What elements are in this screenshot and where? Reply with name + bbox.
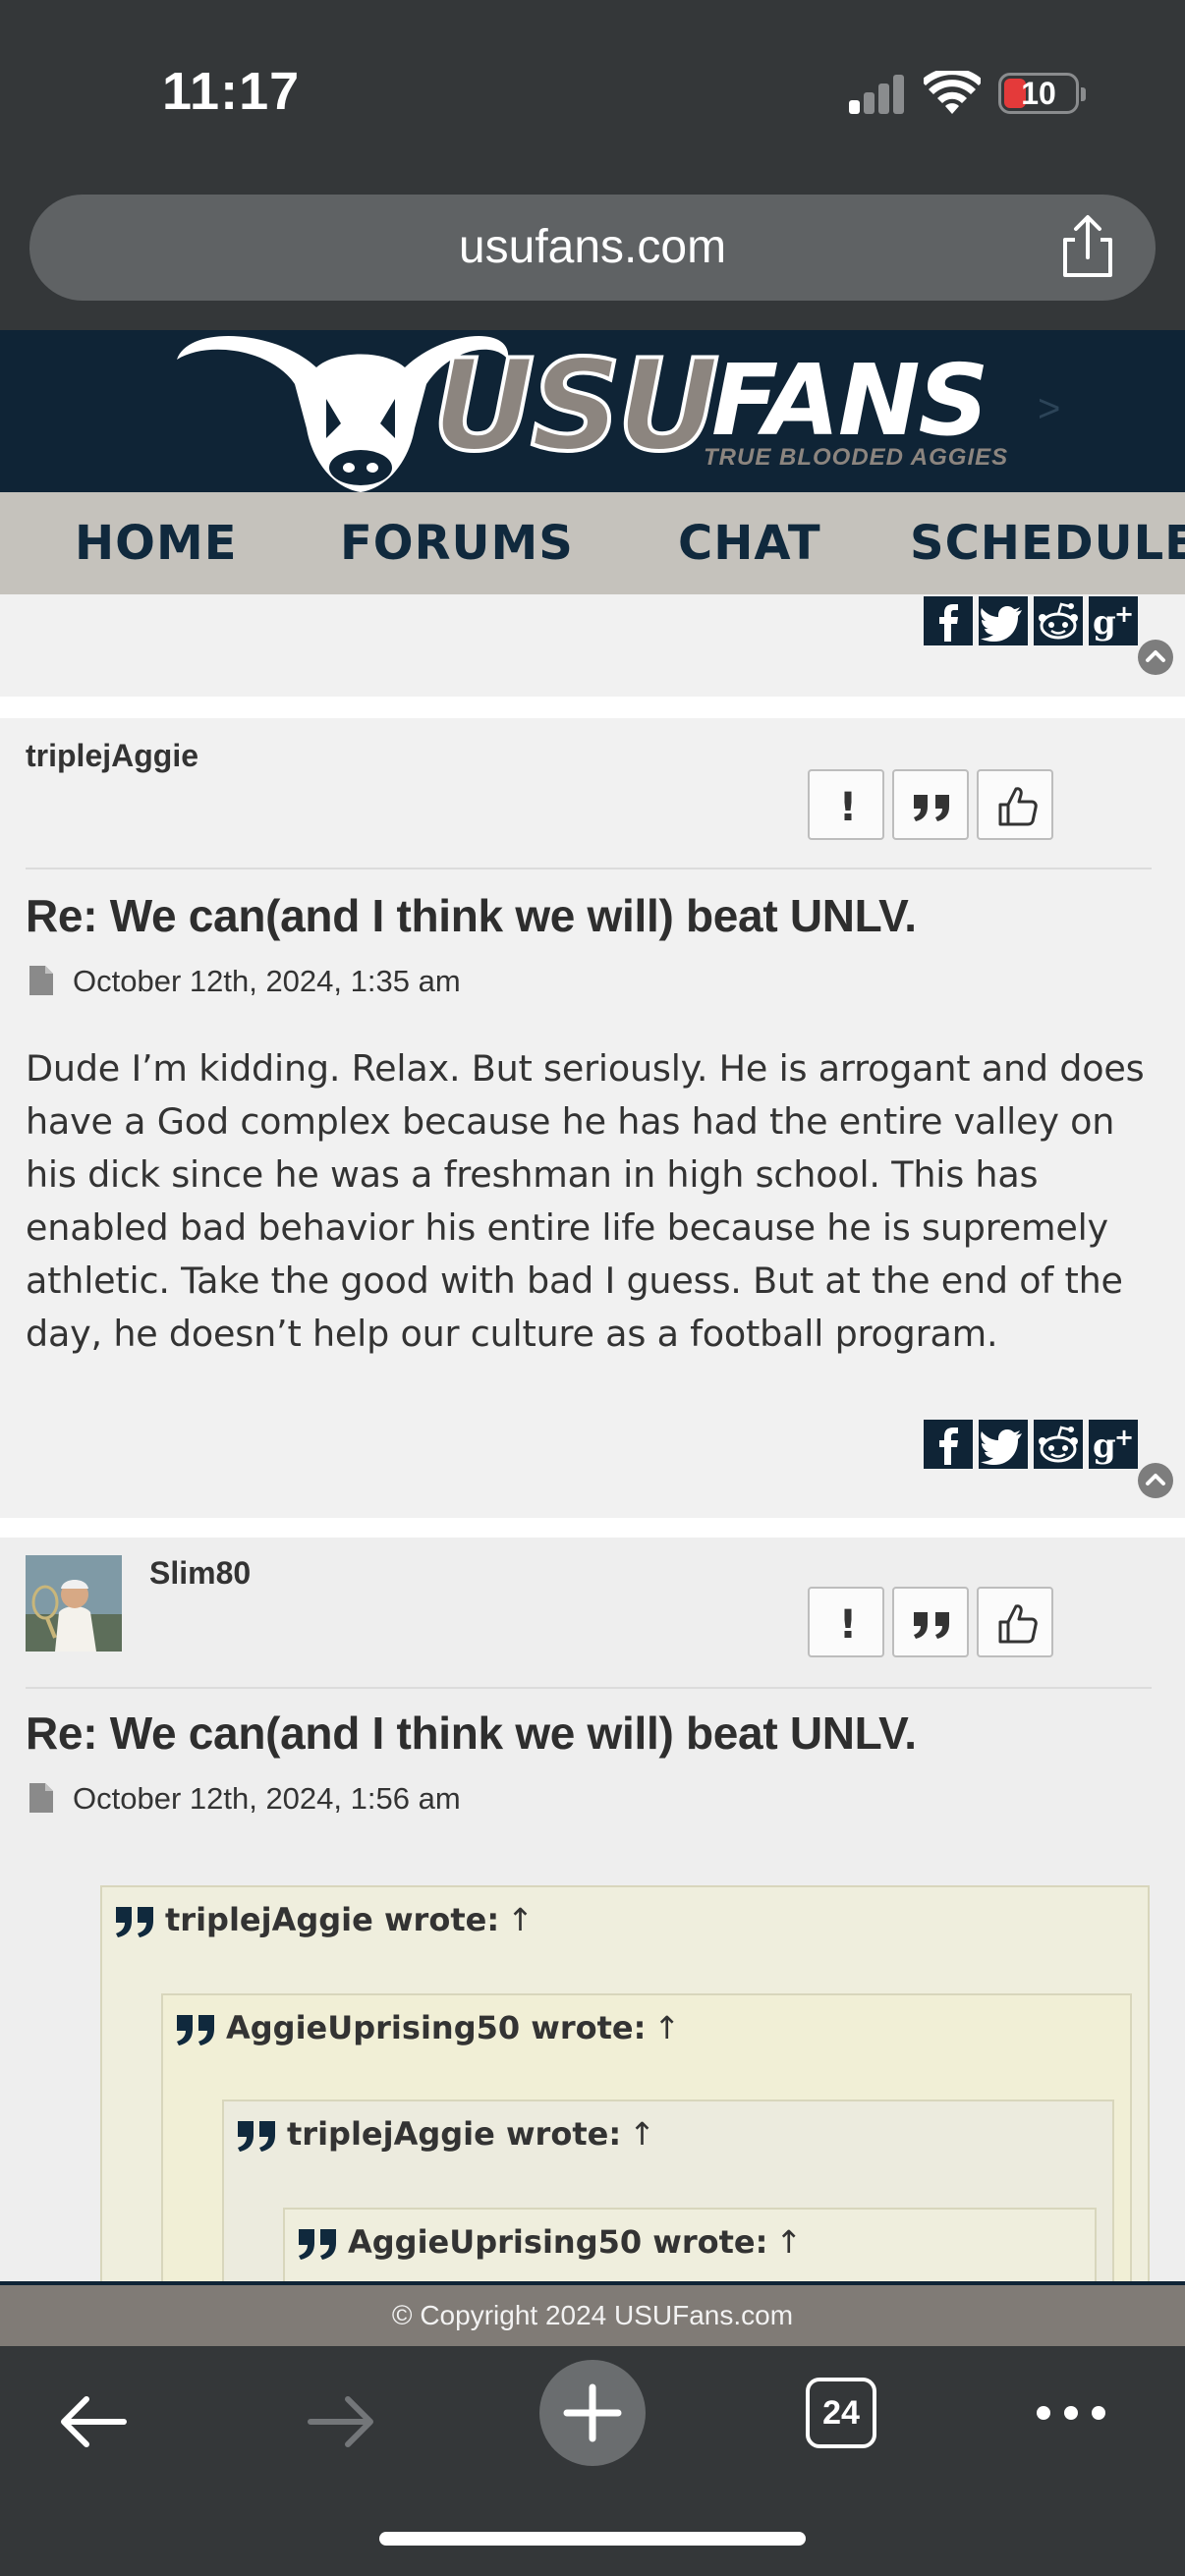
back-arrow-icon[interactable] [57, 2385, 130, 2458]
quote-header: AggieUprising50 wrote: ↑ [297, 2223, 802, 2261]
reddit-share-icon[interactable] [1034, 1420, 1083, 1469]
quote-icon [177, 2015, 214, 2045]
quote-block: triplejAggie wrote: ↑ AggieUprising50 wro… [222, 2100, 1114, 2284]
address-text[interactable]: usufans.com [29, 195, 1156, 301]
footer-copyright: © Copyright 2024 USUFans.com [0, 2285, 1185, 2346]
report-button[interactable]: ! [808, 769, 884, 840]
post-author[interactable]: Slim80 [149, 1555, 251, 1592]
share-buttons: g + [918, 596, 1138, 645]
facebook-share-icon[interactable] [924, 596, 973, 645]
quote-jump-link[interactable]: ↑ [629, 2115, 655, 2153]
post-divider [26, 1687, 1152, 1689]
post-file-icon [29, 1783, 53, 1813]
post-date: October 12th, 2024, 1:35 am [73, 964, 461, 998]
previous-post-tail: g + [0, 594, 1185, 697]
site-header[interactable]: USU FANS TRUE BLOODED AGGIES > [0, 330, 1185, 492]
quote-jump-link[interactable]: ↑ [507, 1901, 534, 1938]
quote-header: triplejAggie wrote: ↑ [114, 1901, 534, 1938]
quote-author[interactable]: AggieUprising50 wrote: [226, 2009, 646, 2046]
quote-block: AggieUprising50 wrote: ↑ [283, 2208, 1097, 2284]
post-title[interactable]: Re: We can(and I think we will) beat UNL… [26, 889, 917, 942]
battery-level: 10 [1021, 76, 1056, 111]
logo-tagline: TRUE BLOODED AGGIES [704, 444, 1009, 471]
like-button[interactable] [977, 1587, 1053, 1657]
reddit-share-icon[interactable] [1034, 596, 1083, 645]
svg-text:!: ! [839, 1602, 857, 1648]
post-actions: ! [808, 769, 1055, 840]
logo-usu-text: USU [430, 333, 721, 479]
header-arrow: > [1038, 387, 1061, 430]
twitter-share-icon[interactable] [979, 1420, 1028, 1469]
home-indicator[interactable] [379, 2532, 806, 2546]
main-nav: HOME FORUMS CHAT SCHEDULE [0, 492, 1185, 594]
forward-arrow-icon[interactable] [305, 2385, 377, 2458]
wifi-icon [924, 71, 981, 114]
tabs-count-button[interactable]: 24 [806, 2378, 876, 2448]
share-icon[interactable] [1057, 214, 1118, 279]
post-date: October 12th, 2024, 1:56 am [73, 1781, 461, 1816]
new-tab-button[interactable] [539, 2360, 646, 2466]
quote-icon [238, 2121, 275, 2152]
facebook-share-icon[interactable] [924, 1420, 973, 1469]
post-actions: ! [808, 1587, 1055, 1657]
share-buttons: g + [918, 1420, 1138, 1469]
topic-content: g + triplejAggie ! Re: We can(and I think… [0, 594, 1185, 2284]
back-to-top-icon[interactable] [1138, 1463, 1173, 1498]
google-plus-share-icon[interactable]: g + [1089, 1420, 1138, 1469]
svg-text:g: g [1093, 1427, 1116, 1466]
report-button[interactable]: ! [808, 1587, 884, 1657]
quote-jump-link[interactable]: ↑ [653, 2009, 680, 2046]
svg-text:g: g [1093, 603, 1116, 643]
battery-icon: 10 [998, 73, 1086, 114]
quote-button[interactable] [892, 769, 969, 840]
more-options-icon[interactable] [1032, 2401, 1110, 2425]
post-title[interactable]: Re: We can(and I think we will) beat UNL… [26, 1707, 917, 1760]
google-plus-share-icon[interactable]: g + [1089, 596, 1138, 645]
back-to-top-icon[interactable] [1138, 640, 1173, 675]
quote-header: AggieUprising50 wrote: ↑ [175, 2009, 680, 2046]
quote-icon [299, 2229, 336, 2260]
quote-author[interactable]: triplejAggie wrote: [287, 2115, 621, 2153]
quote-header: triplejAggie wrote: ↑ [236, 2115, 655, 2153]
quote-icon [116, 1907, 153, 1937]
address-bar[interactable]: usufans.com [29, 195, 1156, 301]
svg-text:+: + [1114, 600, 1134, 628]
avatar[interactable] [26, 1555, 122, 1652]
svg-text:!: ! [839, 785, 857, 830]
post-author[interactable]: triplejAggie [26, 738, 198, 774]
status-bar: 11:17 10 usufans.com [0, 0, 1185, 301]
post-body: Dude I’m kidding. Relax. But seriously. … [26, 1047, 1145, 1355]
nav-home[interactable]: HOME [75, 492, 238, 594]
nav-schedule[interactable]: SCHEDULE [910, 492, 1185, 594]
quote-author[interactable]: triplejAggie wrote: [165, 1901, 499, 1938]
like-button[interactable] [977, 769, 1053, 840]
post: triplejAggie ! Re: We can(and I think we… [0, 718, 1185, 1518]
quote-block: triplejAggie wrote: ↑ AggieUprising50 wro… [100, 1885, 1150, 2284]
status-time: 11:17 [162, 62, 301, 121]
post: Slim80 ! Re: We can(and I think we will)… [0, 1538, 1185, 2284]
nav-chat[interactable]: CHAT [678, 492, 821, 594]
post-divider [26, 868, 1152, 869]
logo-fans-text: FANS [711, 343, 989, 458]
quote-author[interactable]: AggieUprising50 wrote: [348, 2223, 767, 2261]
quote-button[interactable] [892, 1587, 969, 1657]
plus-icon [563, 2383, 622, 2442]
nav-forums[interactable]: FORUMS [340, 492, 574, 594]
quote-block: AggieUprising50 wrote: ↑ triplejAggie wro… [161, 1993, 1132, 2284]
cellular-signal-icon [849, 71, 906, 114]
post-file-icon [29, 966, 53, 995]
twitter-share-icon[interactable] [979, 596, 1028, 645]
svg-text:+: + [1114, 1424, 1134, 1451]
quote-jump-link[interactable]: ↑ [775, 2223, 802, 2261]
